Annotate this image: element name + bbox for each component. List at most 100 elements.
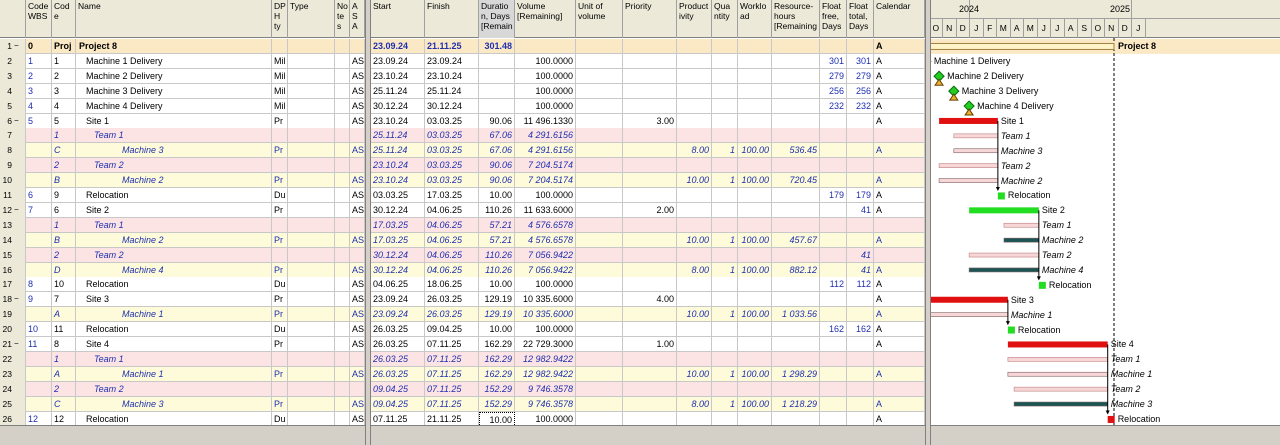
cell-productivity[interactable]: 10.00 <box>677 173 712 189</box>
cell-type[interactable] <box>288 143 335 159</box>
cell-finish[interactable]: 17.03.25 <box>425 188 479 203</box>
cell-quantity[interactable] <box>712 113 738 129</box>
cell-float-free[interactable] <box>820 158 847 174</box>
cell-float-total[interactable] <box>847 351 874 367</box>
cell-name[interactable]: Machine 2 Delivery <box>76 68 272 84</box>
cell-type[interactable] <box>288 113 335 129</box>
cell-code[interactable]: 1 <box>52 351 76 367</box>
cell-productivity[interactable] <box>677 381 712 397</box>
cell-quantity[interactable] <box>712 68 738 84</box>
cell-productivity[interactable] <box>677 217 712 233</box>
collapse-toggle[interactable]: − <box>14 42 22 50</box>
cell-unit[interactable] <box>576 98 623 114</box>
cell-float-free[interactable]: 232 <box>820 98 847 114</box>
cell-quantity[interactable]: 1 <box>712 307 738 323</box>
cell-float-free[interactable] <box>820 143 847 159</box>
cell-workload[interactable] <box>738 53 772 69</box>
table-row[interactable]: 09.04.25 07.11.25 152.29 9 746.3578 <box>371 381 925 397</box>
table-row[interactable]: 30.12.24 04.06.25 110.26 11 633.6000 2.00 41 A <box>371 202 925 218</box>
collapse-toggle[interactable]: − <box>14 205 22 214</box>
cell-unit[interactable] <box>576 83 623 99</box>
cell-finish[interactable]: 04.06.25 <box>425 262 479 278</box>
cell-start[interactable]: 30.12.24 <box>371 262 425 278</box>
table-row[interactable]: 26.03.25 07.11.25 162.29 12 982.9422 <box>371 351 925 367</box>
cell-workload[interactable] <box>738 277 772 293</box>
table-row[interactable]: 26.03.25 07.11.25 162.29 22 729.3000 1.00 A <box>371 337 925 352</box>
cell-calendar[interactable]: A <box>874 337 925 352</box>
cell-unit[interactable] <box>576 39 623 54</box>
cell-start[interactable]: 23.10.24 <box>371 113 425 129</box>
cell-finish[interactable]: 07.11.25 <box>425 381 479 397</box>
cell-priority[interactable] <box>623 158 677 174</box>
cell-code[interactable]: 2 <box>52 247 76 263</box>
cell-start[interactable]: 25.11.24 <box>371 143 425 159</box>
table-row[interactable]: 8 C Machine 3 Pr AS <box>0 143 365 159</box>
cell-float-free[interactable]: 179 <box>820 188 847 203</box>
cell-wbs[interactable]: 0 <box>26 39 52 54</box>
cell-volume[interactable]: 4 576.6578 <box>515 232 576 248</box>
cell-duration[interactable]: 90.06 <box>479 173 515 189</box>
cell-dph[interactable]: Mil <box>272 53 288 69</box>
cell-notes[interactable] <box>335 322 350 338</box>
table-row[interactable]: 19 A Machine 1 Pr AS <box>0 307 365 323</box>
cell-duration[interactable]: 110.26 <box>479 262 515 278</box>
cell-volume[interactable]: 7 204.5174 <box>515 158 576 174</box>
table-row[interactable]: 30.12.24 30.12.24 100.0000 232 232 A <box>371 98 925 114</box>
cell-asa[interactable]: AS <box>350 113 365 129</box>
cell-dph[interactable]: Pr <box>272 143 288 159</box>
header-type[interactable]: Type <box>288 0 335 38</box>
cell-code[interactable]: 7 <box>52 292 76 308</box>
table-row[interactable]: 2 1 1 Machine 1 Delivery Mil AS <box>0 53 365 69</box>
cell-code[interactable]: 8 <box>52 337 76 352</box>
cell-volume[interactable]: 22 729.3000 <box>515 337 576 352</box>
cell-productivity[interactable] <box>677 158 712 174</box>
cell-finish[interactable]: 03.03.25 <box>425 128 479 144</box>
cell-start[interactable]: 30.12.24 <box>371 247 425 263</box>
cell-start[interactable]: 23.09.24 <box>371 39 425 54</box>
cell-finish[interactable]: 03.03.25 <box>425 113 479 129</box>
cell-calendar[interactable] <box>874 158 925 174</box>
cell-finish[interactable]: 04.06.25 <box>425 247 479 263</box>
cell-name[interactable]: Machine 3 Delivery <box>76 83 272 99</box>
header-code[interactable]: Cod e <box>52 0 76 38</box>
cell-duration[interactable]: 67.06 <box>479 143 515 159</box>
cell-dph[interactable]: Mil <box>272 83 288 99</box>
cell-wbs[interactable]: 11 <box>26 337 52 352</box>
cell-duration[interactable]: 57.21 <box>479 217 515 233</box>
cell-volume[interactable]: 100.0000 <box>515 277 576 293</box>
cell-notes[interactable] <box>335 232 350 248</box>
cell-start[interactable]: 23.09.24 <box>371 53 425 69</box>
cell-wbs[interactable] <box>26 247 52 263</box>
cell-workload[interactable]: 100.00 <box>738 307 772 323</box>
cell-productivity[interactable] <box>677 68 712 84</box>
cell-workload[interactable] <box>738 83 772 99</box>
header-finish[interactable]: Finish <box>425 0 479 38</box>
cell-resource-hours[interactable] <box>772 188 820 203</box>
cell-quantity[interactable]: 1 <box>712 232 738 248</box>
cell-volume[interactable]: 100.0000 <box>515 53 576 69</box>
cell-resource-hours[interactable] <box>772 83 820 99</box>
cell-unit[interactable] <box>576 307 623 323</box>
cell-float-total[interactable] <box>847 232 874 248</box>
table-row[interactable]: 23.10.24 03.03.25 90.06 7 204.5174 10.00 1 100… <box>371 173 925 189</box>
cell-priority[interactable] <box>623 396 677 412</box>
cell-unit[interactable] <box>576 113 623 129</box>
cell-start[interactable]: 26.03.25 <box>371 366 425 382</box>
cell-wbs[interactable]: 10 <box>26 322 52 338</box>
cell-asa[interactable] <box>350 39 365 54</box>
table-row[interactable]: 7 1 Team 1 <box>0 128 365 144</box>
cell-float-total[interactable] <box>847 396 874 412</box>
cell-start[interactable]: 04.06.25 <box>371 277 425 293</box>
collapse-toggle[interactable]: − <box>14 340 22 348</box>
cell-finish[interactable]: 25.11.24 <box>425 83 479 99</box>
cell-float-free[interactable] <box>820 381 847 397</box>
table-row[interactable]: 23.10.24 23.10.24 100.0000 279 279 A <box>371 68 925 84</box>
cell-priority[interactable] <box>623 68 677 84</box>
cell-start[interactable]: 25.11.24 <box>371 83 425 99</box>
cell-productivity[interactable] <box>677 98 712 114</box>
cell-type[interactable] <box>288 337 335 352</box>
cell-volume[interactable]: 100.0000 <box>515 68 576 84</box>
cell-quantity[interactable] <box>712 277 738 293</box>
cell-quantity[interactable] <box>712 39 738 54</box>
cell-wbs[interactable] <box>26 381 52 397</box>
